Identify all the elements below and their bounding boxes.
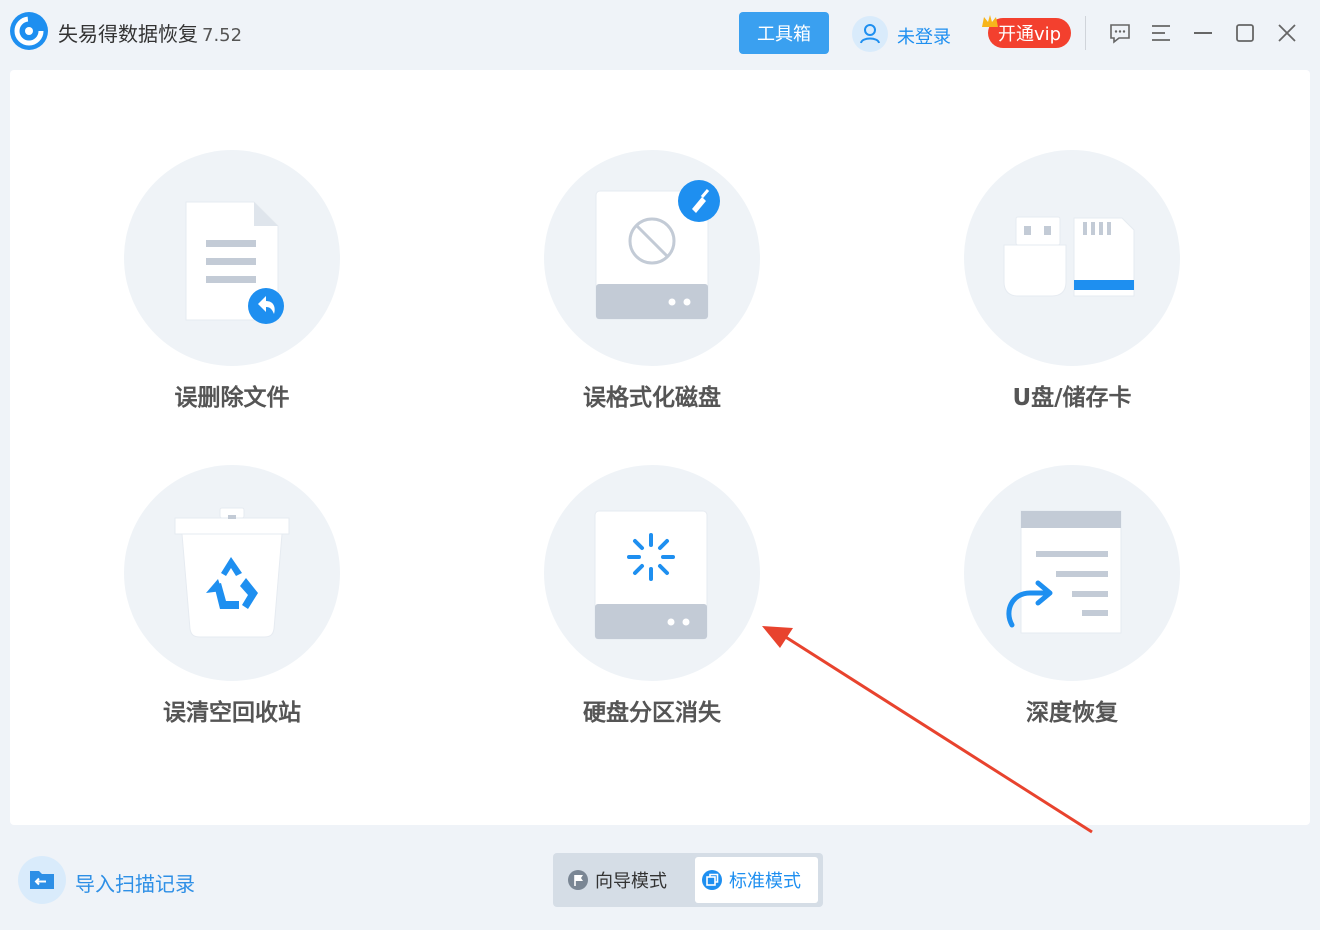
card-label: 误格式化磁盘	[583, 385, 721, 411]
title-bar: 失易得数据恢复 7.52 工具箱 未登录 开通vip	[0, 0, 1320, 68]
formatted-disk-icon	[595, 180, 720, 320]
card-icon-circle	[544, 465, 760, 681]
deleted-file-icon	[185, 201, 284, 324]
recovery-mode-panel: 误删除文件 误格式化磁盘 U盘/储存卡 误清空回收站 硬盘分区消失 深度恢复	[10, 70, 1310, 825]
card-icon-circle	[124, 465, 340, 681]
title-bar-divider	[1085, 16, 1086, 50]
standard-mode-label: 标准模式	[729, 871, 801, 892]
close-icon[interactable]	[1274, 20, 1300, 46]
guide-mode-label: 向导模式	[595, 871, 667, 892]
app-version: 7.52	[202, 25, 243, 46]
toolbox-button[interactable]: 工具箱	[739, 12, 829, 54]
card-icon-circle	[964, 150, 1180, 366]
import-folder-icon	[18, 856, 66, 904]
card-label: U盘/储存卡	[1012, 385, 1132, 411]
card-icon-circle	[544, 150, 760, 366]
mode-switch: 向导模式 标准模式	[553, 853, 823, 907]
card-deleted-file[interactable]: 误删除文件	[101, 150, 361, 440]
feedback-icon[interactable]	[1107, 20, 1133, 46]
login-link[interactable]: 未登录	[897, 23, 951, 49]
app-name: 失易得数据恢复	[58, 22, 198, 46]
card-icon-circle	[964, 465, 1180, 681]
card-deep-recovery[interactable]: 深度恢复	[941, 465, 1201, 755]
crown-icon	[982, 15, 998, 27]
window-mode-icon	[702, 870, 722, 890]
standard-mode-button[interactable]: 标准模式	[695, 857, 818, 903]
menu-icon[interactable]	[1148, 20, 1174, 46]
flag-icon	[568, 870, 588, 890]
card-label: 硬盘分区消失	[583, 700, 721, 726]
vip-button[interactable]: 开通vip	[988, 18, 1071, 48]
card-usb-sdcard[interactable]: U盘/储存卡	[941, 150, 1201, 440]
user-avatar-icon[interactable]	[852, 16, 888, 52]
card-label: 误清空回收站	[163, 700, 301, 726]
card-label: 误删除文件	[174, 385, 290, 411]
card-icon-circle	[124, 150, 340, 366]
card-formatted-disk[interactable]: 误格式化磁盘	[521, 150, 781, 440]
import-scan-record-label: 导入扫描记录	[75, 872, 195, 896]
usb-sdcard-icon	[1003, 216, 1135, 297]
deep-recovery-icon	[1006, 510, 1122, 634]
minimize-icon[interactable]	[1190, 20, 1216, 46]
card-lost-partition[interactable]: 硬盘分区消失	[521, 465, 781, 755]
app-logo-icon	[10, 12, 48, 50]
card-label: 深度恢复	[1026, 700, 1118, 726]
card-recycle-bin[interactable]: 误清空回收站	[101, 465, 361, 755]
guide-mode-button[interactable]: 向导模式	[561, 857, 691, 903]
lost-partition-icon	[594, 510, 708, 640]
maximize-icon[interactable]	[1232, 20, 1258, 46]
recycle-bin-icon	[174, 507, 290, 638]
app-title: 失易得数据恢复 7.52	[58, 18, 242, 47]
